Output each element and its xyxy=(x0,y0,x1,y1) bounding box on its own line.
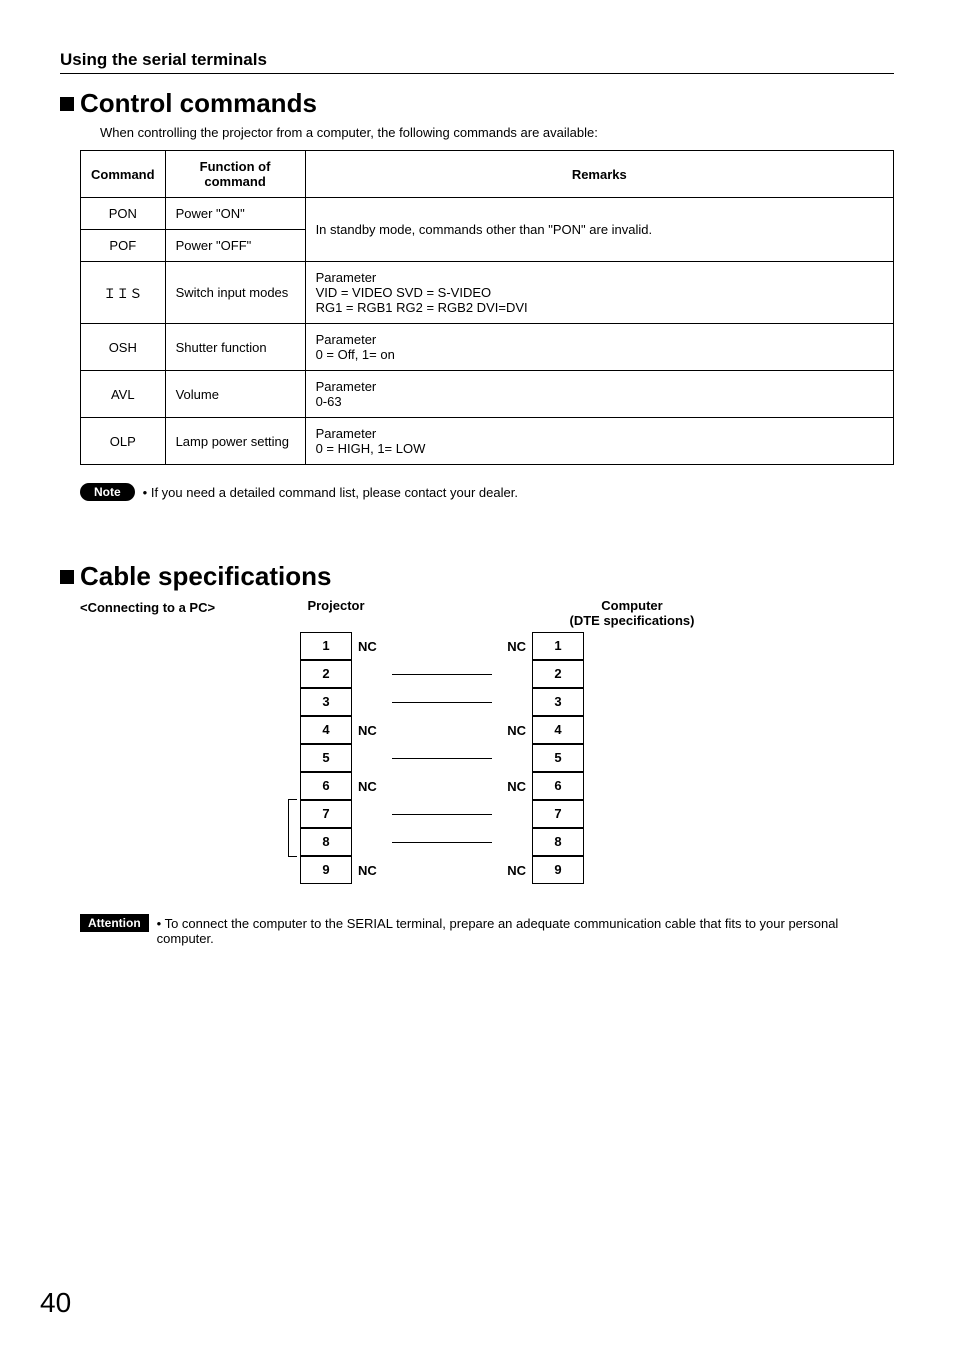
heading-row-2: Cable specifications xyxy=(60,561,894,592)
pin-cell-right: 7 xyxy=(532,800,584,828)
nc-label-left: NC xyxy=(352,639,392,654)
pin-cell-right: 2 xyxy=(532,660,584,688)
attention-row: Attention • To connect the computer to t… xyxy=(80,914,894,946)
connection-line-icon xyxy=(392,674,492,675)
pin-cell-left: 5 xyxy=(300,744,352,772)
table-cell-remarks: Parameter 0-63 xyxy=(305,371,893,418)
table-cell-command: OLP xyxy=(81,418,166,465)
bracket-icon xyxy=(288,799,297,857)
heading-cable-specs: Cable specifications xyxy=(80,561,331,592)
pinout-wrapper: Projector Computer (DTE specifications) … xyxy=(300,598,712,884)
pin-cell-left: 6 xyxy=(300,772,352,800)
pin-row: 88 xyxy=(300,828,712,856)
table-cell-function: Power "ON" xyxy=(165,198,305,230)
pin-row: 77 xyxy=(300,800,712,828)
table-cell-function: Power "OFF" xyxy=(165,230,305,262)
pin-cell-right: 4 xyxy=(532,716,584,744)
pinout-table: 1NCNC122334NCNC4556NCNC677889NCNC9 xyxy=(300,632,712,884)
note-row: Note • If you need a detailed command li… xyxy=(80,483,894,501)
pin-cell-right: 5 xyxy=(532,744,584,772)
nc-label-right: NC xyxy=(492,863,532,878)
attention-text: • To connect the computer to the SERIAL … xyxy=(157,914,894,946)
table-cell-function: Shutter function xyxy=(165,324,305,371)
table-cell-remarks: Parameter 0 = HIGH, 1= LOW xyxy=(305,418,893,465)
pin-row: 55 xyxy=(300,744,712,772)
pin-row: 4NCNC4 xyxy=(300,716,712,744)
pin-row: 22 xyxy=(300,660,712,688)
connection-line-icon xyxy=(392,758,492,759)
th-command: Command xyxy=(81,151,166,198)
pin-cell-right: 8 xyxy=(532,828,584,856)
pin-row: 33 xyxy=(300,688,712,716)
projector-header: Projector xyxy=(300,598,372,628)
table-cell-remarks: Parameter 0 = Off, 1= on xyxy=(305,324,893,371)
square-bullet-icon xyxy=(60,570,74,584)
pin-row: 1NCNC1 xyxy=(300,632,712,660)
table-cell-function: Volume xyxy=(165,371,305,418)
commands-table: Command Function of command Remarks PONP… xyxy=(80,150,894,465)
square-bullet-icon xyxy=(60,97,74,111)
nc-label-left: NC xyxy=(352,779,392,794)
pin-cell-left: 2 xyxy=(300,660,352,688)
attention-pill: Attention xyxy=(80,914,149,932)
pin-cell-left: 3 xyxy=(300,688,352,716)
table-cell-remarks: Parameter VID = VIDEO SVD = S-VIDEO RG1 … xyxy=(305,262,893,324)
table-cell-command: OSH xyxy=(81,324,166,371)
pin-cell-left: 1 xyxy=(300,632,352,660)
connection-line-icon xyxy=(392,842,492,843)
page-number: 40 xyxy=(40,1287,71,1319)
table-cell-command: PON xyxy=(81,198,166,230)
nc-label-right: NC xyxy=(492,723,532,738)
nc-label-left: NC xyxy=(352,723,392,738)
pin-cell-right: 9 xyxy=(532,856,584,884)
heading-row-1: Control commands xyxy=(60,88,894,119)
heading-control-commands: Control commands xyxy=(80,88,317,119)
computer-header: Computer (DTE specifications) xyxy=(552,598,712,628)
nc-label-right: NC xyxy=(492,779,532,794)
section-title: Using the serial terminals xyxy=(60,50,894,74)
pin-cell-left: 4 xyxy=(300,716,352,744)
pin-row: 9NCNC9 xyxy=(300,856,712,884)
pinout-headers: Projector Computer (DTE specifications) xyxy=(300,598,712,628)
intro-text-1: When controlling the projector from a co… xyxy=(100,125,894,140)
pin-cell-left: 7 xyxy=(300,800,352,828)
th-function: Function of command xyxy=(165,151,305,198)
table-cell-command: ＩＩＳ xyxy=(81,262,166,324)
nc-label-right: NC xyxy=(492,639,532,654)
connection-line-icon xyxy=(392,702,492,703)
pin-cell-left: 9 xyxy=(300,856,352,884)
cable-body: <Connecting to a PC> Projector Computer … xyxy=(80,598,894,884)
pin-cell-right: 6 xyxy=(532,772,584,800)
th-remarks: Remarks xyxy=(305,151,893,198)
table-cell-function: Switch input modes xyxy=(165,262,305,324)
connecting-label: <Connecting to a PC> xyxy=(80,600,300,615)
note-pill: Note xyxy=(80,483,135,501)
table-cell-command: POF xyxy=(81,230,166,262)
table-cell-function: Lamp power setting xyxy=(165,418,305,465)
table-cell-command: AVL xyxy=(81,371,166,418)
pin-cell-right: 1 xyxy=(532,632,584,660)
pin-cell-left: 8 xyxy=(300,828,352,856)
nc-label-left: NC xyxy=(352,863,392,878)
pin-cell-right: 3 xyxy=(532,688,584,716)
connection-line-icon xyxy=(392,814,492,815)
table-cell-remarks: In standby mode, commands other than "PO… xyxy=(305,198,893,262)
note-text: • If you need a detailed command list, p… xyxy=(143,483,518,500)
pin-row: 6NCNC6 xyxy=(300,772,712,800)
